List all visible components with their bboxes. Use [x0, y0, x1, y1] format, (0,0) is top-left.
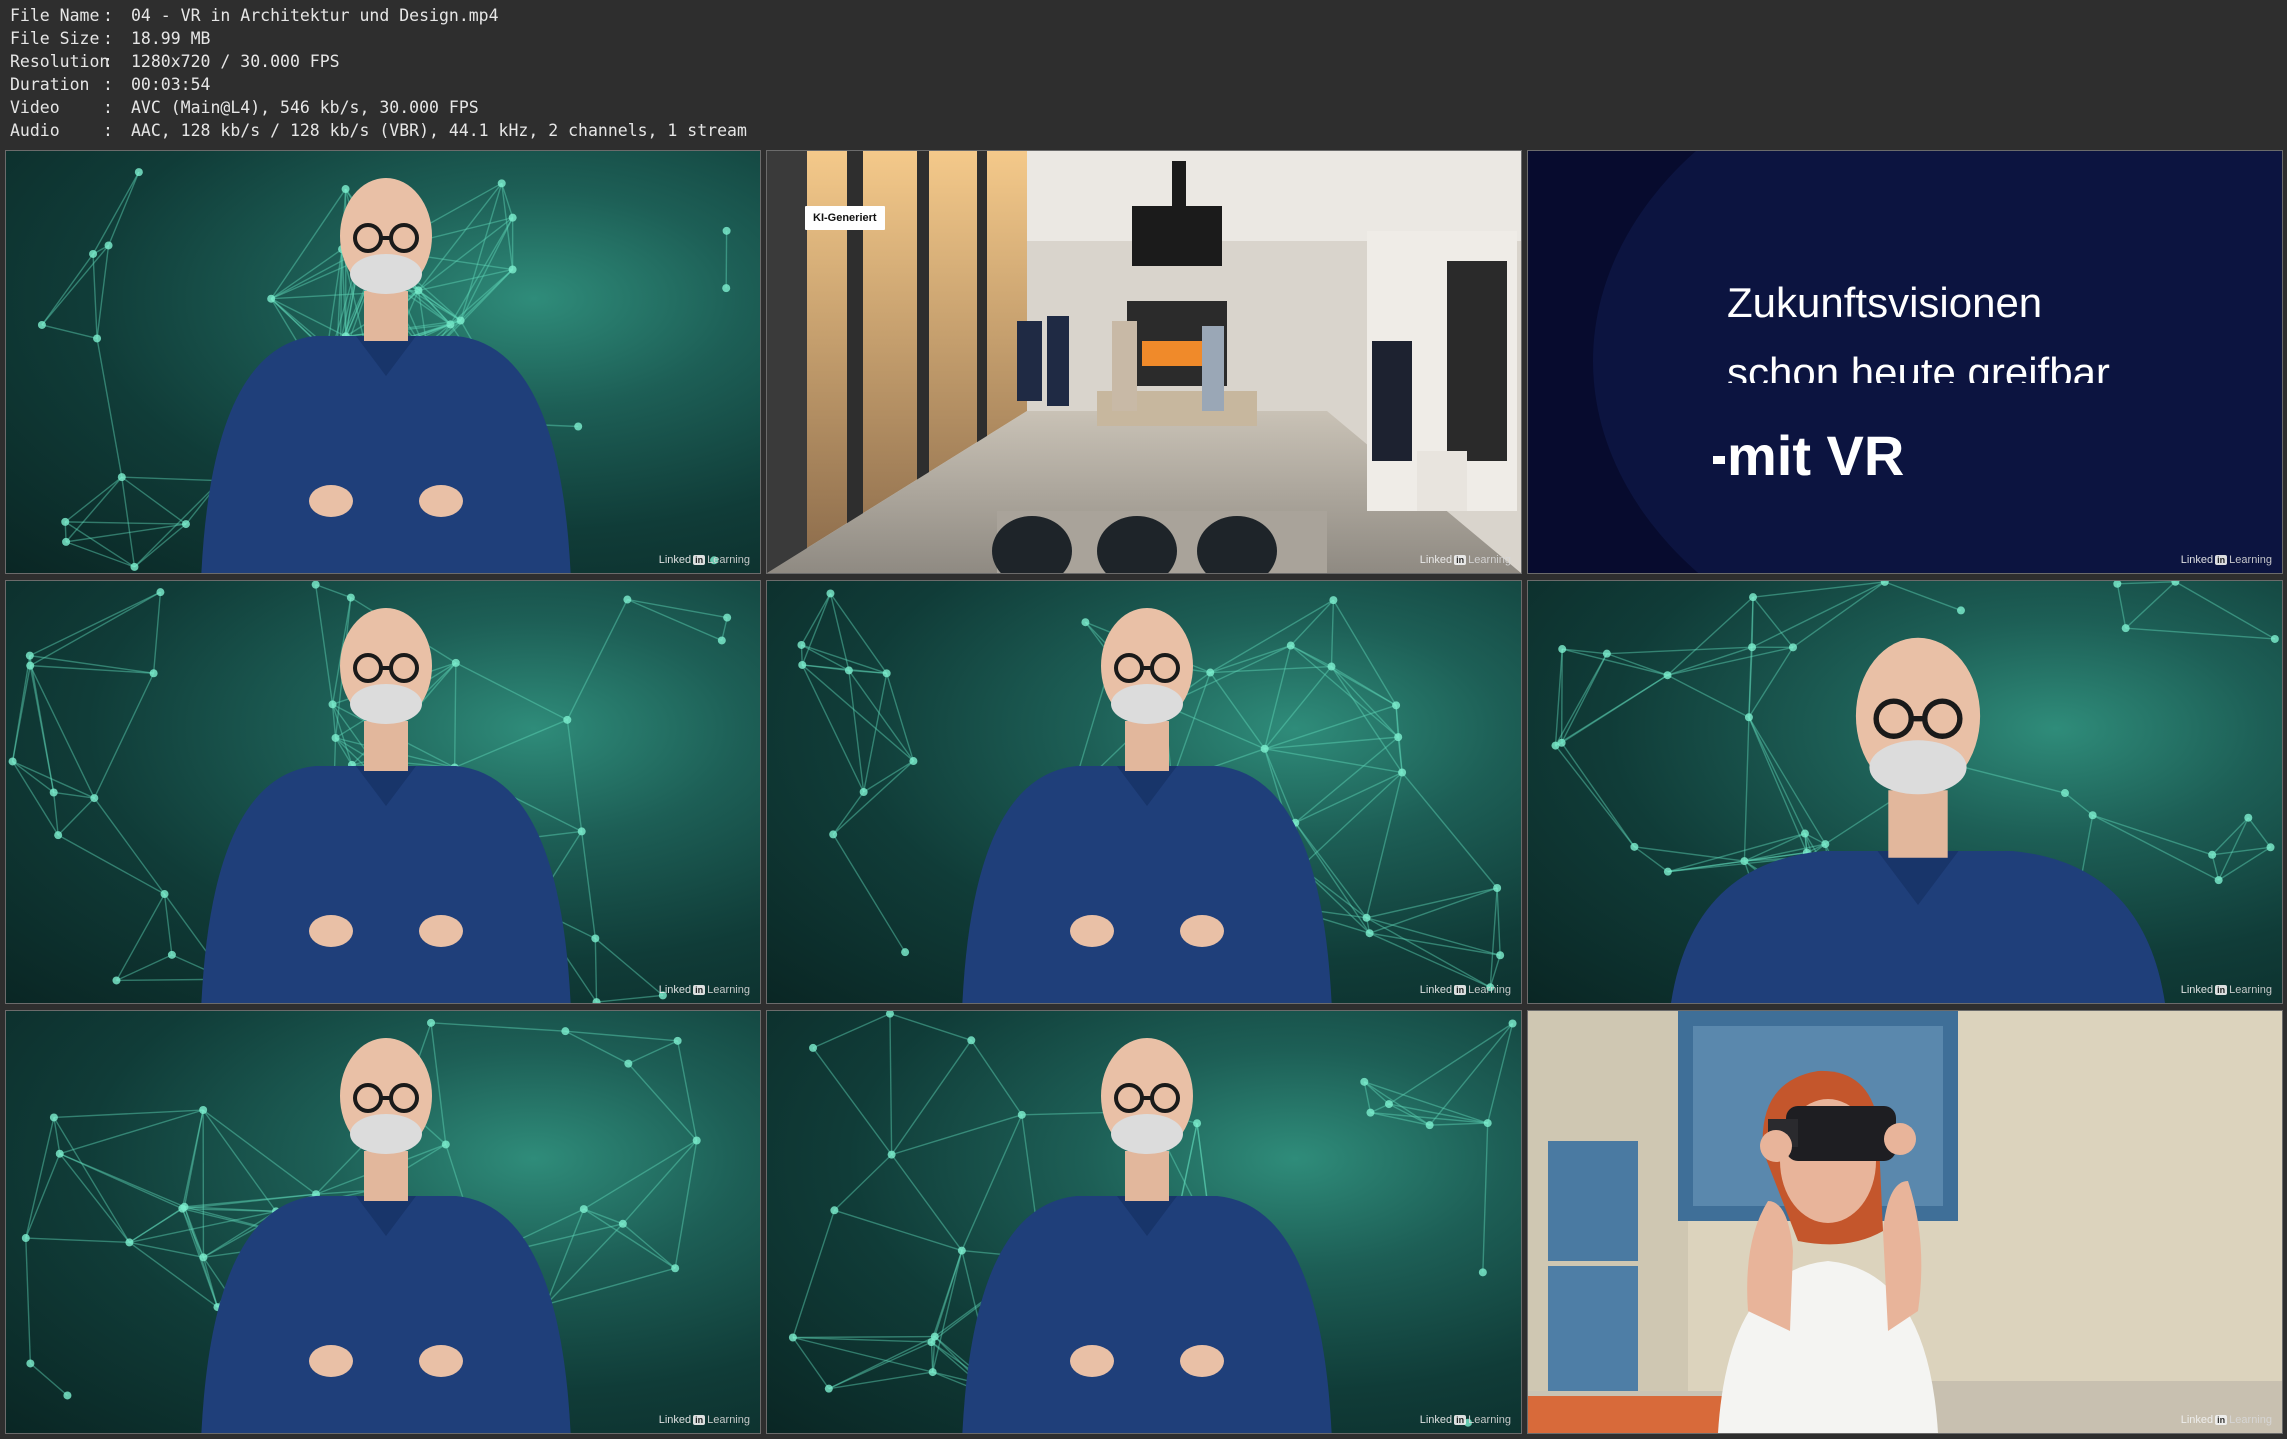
- linkedin-learning-watermark: Linked in Learning: [2181, 554, 2272, 566]
- watermark-learning: Learning: [707, 1414, 750, 1426]
- title-card-background: Zukunftsvisionen schon heute greifbar mi…: [1528, 151, 2282, 573]
- info-row-video: Video : AVC (Main@L4), 546 kb/s, 30.000 …: [10, 96, 747, 119]
- linkedin-learning-watermark: Linked in Learning: [1420, 984, 1511, 996]
- info-separator: :: [103, 121, 113, 140]
- linkedin-learning-watermark: Linked in Learning: [1420, 554, 1511, 566]
- presenter-figure: [962, 608, 1332, 1003]
- watermark-linked: Linked: [2180, 984, 2214, 996]
- info-row-resolution: Resolution : 1280x720 / 30.000 FPS: [10, 50, 747, 73]
- thumbnail-title-card[interactable]: Zukunftsvisionen schon heute greifbar mi…: [1527, 150, 2283, 574]
- linkedin-logo-icon: in: [2215, 555, 2228, 565]
- linkedin-learning-watermark: Linked in Learning: [2181, 1414, 2272, 1426]
- watermark-learning: Learning: [1468, 554, 1511, 566]
- info-separator: :: [103, 98, 113, 117]
- linkedin-logo-icon: in: [2215, 1415, 2228, 1425]
- info-value: 18.99 MB: [131, 29, 211, 48]
- vr-headset-scene-image: [1528, 1011, 2282, 1433]
- info-key: Resolution: [10, 52, 110, 71]
- linkedin-logo-icon: in: [693, 985, 706, 995]
- thumbnail-grid: Linked in Learning KI-Generiert Linked i…: [5, 150, 2283, 1434]
- thumbnail-vr-interior[interactable]: KI-Generiert Linked in Learning: [766, 150, 1522, 574]
- linkedin-learning-watermark: Linked in Learning: [2181, 984, 2272, 996]
- info-row-audio: Audio : AAC, 128 kb/s / 128 kb/s (VBR), …: [10, 119, 747, 142]
- linkedin-learning-watermark: Linked in Learning: [659, 1414, 750, 1426]
- presenter-figure: [962, 1038, 1332, 1433]
- watermark-learning: Learning: [1468, 984, 1511, 996]
- watermark-learning: Learning: [707, 984, 750, 996]
- watermark-linked: Linked: [658, 984, 692, 996]
- watermark-learning: Learning: [1468, 1414, 1511, 1426]
- info-key: Video: [10, 98, 60, 117]
- watermark-linked: Linked: [1419, 554, 1453, 566]
- info-separator: :: [103, 29, 113, 48]
- watermark-linked: Linked: [1419, 1414, 1453, 1426]
- info-separator: :: [103, 75, 113, 94]
- presenter-figure: [201, 608, 571, 1003]
- linkedin-logo-icon: in: [2215, 985, 2228, 995]
- info-value: 04 - VR in Architektur und Design.mp4: [131, 6, 499, 25]
- watermark-learning: Learning: [2229, 984, 2272, 996]
- info-row-file-size: File Size : 18.99 MB: [10, 27, 747, 50]
- linkedin-logo-icon: in: [693, 1415, 706, 1425]
- info-value: 1280x720 / 30.000 FPS: [131, 52, 340, 71]
- info-key: File Size: [10, 29, 100, 48]
- file-info-panel: File Name : 04 - VR in Architektur und D…: [10, 4, 747, 142]
- watermark-learning: Learning: [2229, 554, 2272, 566]
- thumbnail-presenter[interactable]: Linked in Learning: [766, 1010, 1522, 1434]
- linkedin-learning-watermark: Linked in Learning: [1420, 1414, 1511, 1426]
- linkedin-logo-icon: in: [1454, 555, 1467, 565]
- info-value: AAC, 128 kb/s / 128 kb/s (VBR), 44.1 kHz…: [131, 121, 747, 140]
- info-key: Audio: [10, 121, 60, 140]
- ki-generated-badge: KI-Generiert: [805, 206, 885, 230]
- thumbnail-presenter[interactable]: Linked in Learning: [1527, 580, 2283, 1004]
- title-line-2: schon heute greifbar: [1727, 349, 2110, 383]
- linkedin-logo-icon: in: [1454, 985, 1467, 995]
- watermark-linked: Linked: [2180, 1414, 2214, 1426]
- title-line-3: mit VR: [1727, 424, 1905, 487]
- info-value: AVC (Main@L4), 546 kb/s, 30.000 FPS: [131, 98, 479, 117]
- info-key: Duration: [10, 75, 90, 94]
- watermark-linked: Linked: [658, 554, 692, 566]
- info-value: 00:03:54: [131, 75, 211, 94]
- watermark-linked: Linked: [1419, 984, 1453, 996]
- presenter-figure: [1671, 637, 2165, 1003]
- info-row-file-name: File Name : 04 - VR in Architektur und D…: [10, 4, 747, 27]
- info-key: File Name: [10, 6, 100, 25]
- linkedin-learning-watermark: Linked in Learning: [659, 554, 750, 566]
- info-separator: :: [103, 52, 113, 71]
- info-separator: :: [103, 6, 113, 25]
- linkedin-learning-watermark: Linked in Learning: [659, 984, 750, 996]
- presenter-figure: [201, 178, 571, 573]
- watermark-learning: Learning: [707, 554, 750, 566]
- watermark-learning: Learning: [2229, 1414, 2272, 1426]
- watermark-linked: Linked: [658, 1414, 692, 1426]
- linkedin-logo-icon: in: [693, 555, 706, 565]
- linkedin-logo-icon: in: [1454, 1415, 1467, 1425]
- title-dash: [1713, 456, 1725, 464]
- thumbnail-presenter[interactable]: Linked in Learning: [5, 150, 761, 574]
- watermark-linked: Linked: [2180, 554, 2214, 566]
- thumbnail-presenter[interactable]: Linked in Learning: [5, 580, 761, 1004]
- thumbnail-presenter[interactable]: Linked in Learning: [5, 1010, 761, 1434]
- presenter-figure: [201, 1038, 571, 1433]
- thumbnail-presenter[interactable]: Linked in Learning: [766, 580, 1522, 1004]
- thumbnail-vr-headset-woman[interactable]: Linked in Learning: [1527, 1010, 2283, 1434]
- title-line-1: Zukunftsvisionen: [1727, 279, 2043, 326]
- info-row-duration: Duration : 00:03:54: [10, 73, 747, 96]
